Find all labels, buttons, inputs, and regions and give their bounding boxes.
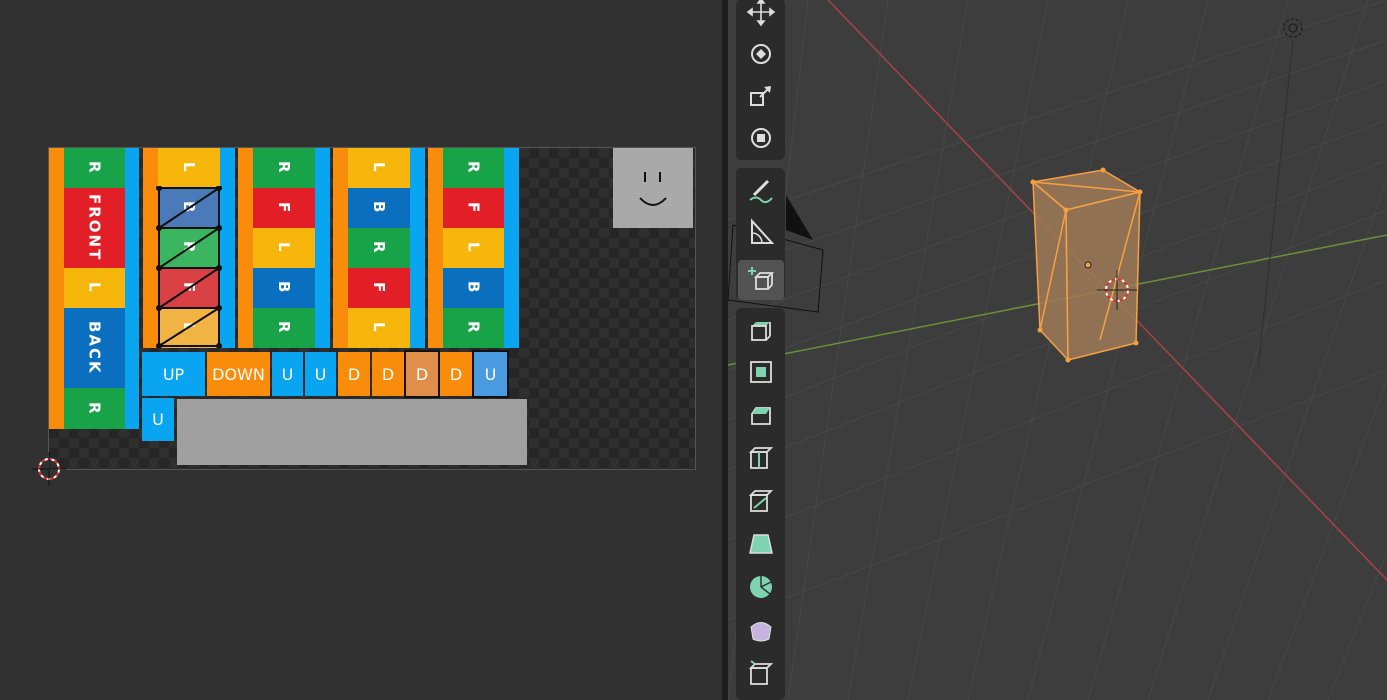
uv-tile-d[interactable]: D bbox=[338, 352, 370, 396]
add-cube-icon bbox=[748, 267, 775, 290]
tile-label: D bbox=[449, 364, 463, 384]
strip-label: F bbox=[370, 281, 388, 295]
strip-label: R bbox=[464, 321, 483, 335]
scale-tool-button[interactable] bbox=[738, 76, 784, 116]
uv-gray-region bbox=[177, 399, 527, 465]
bevel-tool-button[interactable] bbox=[738, 395, 784, 435]
poly-build-tool-button[interactable] bbox=[738, 524, 784, 564]
tile-label: U bbox=[484, 364, 497, 384]
strip-label: FRONT bbox=[85, 194, 104, 262]
uv-strip-5[interactable]: R F L B R bbox=[428, 148, 519, 348]
scale-icon bbox=[750, 86, 771, 106]
strip-label: L bbox=[85, 282, 104, 294]
uv-tile-down[interactable]: DOWN bbox=[207, 352, 270, 396]
smooth-icon bbox=[750, 622, 772, 642]
viewport-grid bbox=[728, 0, 1387, 700]
move-tool-button[interactable] bbox=[738, 0, 784, 32]
uv-tile-d-selected[interactable]: D bbox=[404, 350, 440, 398]
strip-label: F bbox=[275, 201, 293, 215]
uv-tile-u[interactable]: U bbox=[142, 398, 174, 441]
edge-slide-tool-button[interactable] bbox=[738, 653, 784, 693]
transform-icon bbox=[751, 128, 771, 148]
add-cube-tool-button[interactable] bbox=[738, 260, 784, 300]
uv-tile-u-selected[interactable]: U bbox=[472, 350, 509, 398]
transform-tool-button[interactable] bbox=[738, 118, 784, 158]
uv-tile-d[interactable]: D bbox=[372, 352, 404, 396]
strip-label: BACK bbox=[85, 321, 104, 375]
uv-strip-4[interactable]: L B R F L bbox=[333, 148, 425, 348]
strip-label: R bbox=[275, 161, 293, 175]
annotate-icon bbox=[749, 179, 773, 204]
smiley-face-image bbox=[613, 148, 693, 228]
uv-editor-panel[interactable]: R FRONT L BACK R L B R F L R F L B R L B… bbox=[0, 0, 722, 700]
uv-strip-2[interactable]: L B R F L bbox=[143, 148, 235, 348]
knife-tool-button[interactable] bbox=[738, 481, 784, 521]
strip-label: R bbox=[275, 321, 293, 335]
strip-label: R bbox=[464, 161, 483, 175]
strip-label: L bbox=[275, 242, 293, 254]
strip-label: L bbox=[370, 162, 388, 174]
origin-point bbox=[1084, 261, 1092, 269]
annotate-tool-button[interactable] bbox=[738, 170, 784, 210]
tile-label: D bbox=[415, 364, 429, 384]
strip-label: F bbox=[464, 201, 483, 215]
strip-label: L bbox=[464, 242, 483, 254]
spin-icon bbox=[750, 576, 772, 598]
uv-mesh-overlay bbox=[156, 186, 222, 348]
bevel-icon bbox=[751, 407, 771, 425]
spin-tool-button[interactable] bbox=[738, 567, 784, 607]
2d-cursor-icon[interactable] bbox=[32, 452, 66, 486]
inset-faces-tool-button[interactable] bbox=[738, 352, 784, 392]
loop-cut-icon bbox=[748, 447, 774, 469]
inset-faces-icon bbox=[750, 361, 772, 383]
measure-icon bbox=[751, 218, 775, 244]
3d-viewport[interactable] bbox=[728, 0, 1387, 700]
strip-label: B bbox=[370, 201, 388, 215]
strip-label: R bbox=[85, 401, 104, 416]
strip-label: R bbox=[370, 241, 388, 255]
uv-tile-d[interactable]: D bbox=[440, 352, 472, 396]
tile-label: DOWN bbox=[212, 364, 265, 384]
move-icon bbox=[746, 0, 776, 27]
light-icon[interactable] bbox=[1283, 18, 1303, 38]
strip-label: R bbox=[85, 161, 104, 175]
uv-strip-3[interactable]: R F L B R bbox=[238, 148, 330, 348]
uv-strip-1[interactable]: R FRONT L BACK R bbox=[49, 148, 139, 429]
rotate-tool-button[interactable] bbox=[738, 34, 784, 74]
strip-label: B bbox=[275, 281, 293, 295]
uv-tile-u[interactable]: U bbox=[305, 352, 336, 396]
tile-label: U bbox=[314, 364, 327, 384]
tile-label: D bbox=[381, 364, 395, 384]
smooth-tool-button[interactable] bbox=[738, 610, 784, 650]
strip-label: B bbox=[464, 281, 483, 295]
tile-label: D bbox=[347, 364, 361, 384]
knife-icon bbox=[748, 490, 774, 512]
edge-slide-icon bbox=[748, 660, 774, 685]
tile-label: UP bbox=[162, 364, 185, 384]
uv-tile-u[interactable]: U bbox=[272, 352, 303, 396]
tile-label: U bbox=[281, 364, 294, 384]
rotate-icon bbox=[751, 44, 771, 64]
strip-label: L bbox=[370, 322, 388, 334]
extrude-region-tool-button[interactable] bbox=[738, 309, 784, 349]
extrude-region-icon bbox=[751, 322, 771, 341]
poly-build-icon bbox=[749, 534, 773, 554]
tile-label: U bbox=[152, 410, 164, 429]
uv-tile-up[interactable]: UP bbox=[142, 352, 205, 396]
measure-tool-button[interactable] bbox=[738, 212, 784, 252]
loop-cut-tool-button[interactable] bbox=[738, 438, 784, 478]
strip-label: L bbox=[180, 162, 198, 174]
